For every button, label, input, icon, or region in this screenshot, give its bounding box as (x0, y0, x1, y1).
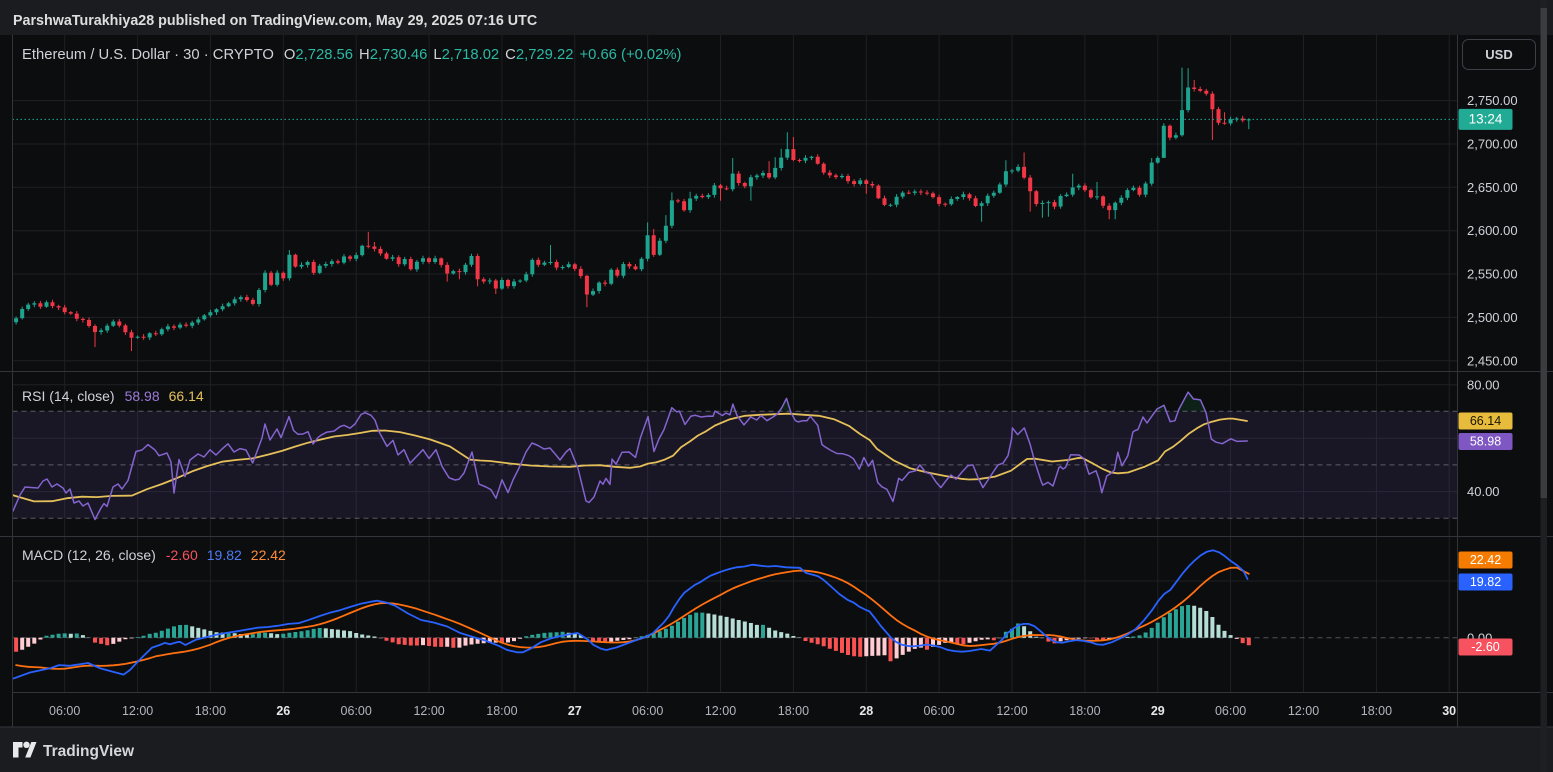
svg-text:RSI (14, close)58.9866.14: RSI (14, close)58.9866.14 (22, 388, 204, 404)
svg-text:2,700.00: 2,700.00 (1467, 137, 1518, 152)
svg-text:58.98: 58.98 (1470, 435, 1501, 449)
svg-text:22.42: 22.42 (1470, 553, 1501, 567)
svg-text:28: 28 (859, 704, 873, 718)
svg-text:2,550.00: 2,550.00 (1467, 267, 1518, 282)
svg-text:06:00: 06:00 (1215, 704, 1246, 718)
svg-text:2,450.00: 2,450.00 (1467, 353, 1518, 368)
svg-text:18:00: 18:00 (1361, 704, 1392, 718)
svg-text:29: 29 (1151, 704, 1165, 718)
svg-text:06:00: 06:00 (341, 704, 372, 718)
svg-text:18:00: 18:00 (195, 704, 226, 718)
svg-text:12:00: 12:00 (122, 704, 153, 718)
svg-text:06:00: 06:00 (49, 704, 80, 718)
svg-text:12:00: 12:00 (413, 704, 444, 718)
svg-text:12:00: 12:00 (996, 704, 1027, 718)
svg-text:30: 30 (1442, 704, 1456, 718)
svg-text:ParshwaTurakhiya28 published o: ParshwaTurakhiya28 published on TradingV… (13, 13, 537, 29)
svg-text:2,750.00: 2,750.00 (1467, 93, 1518, 108)
svg-text:2,600.00: 2,600.00 (1467, 223, 1518, 238)
svg-text:12:00: 12:00 (705, 704, 736, 718)
svg-text:18:00: 18:00 (1069, 704, 1100, 718)
svg-text:18:00: 18:00 (778, 704, 809, 718)
svg-text:06:00: 06:00 (632, 704, 663, 718)
svg-text:2,650.00: 2,650.00 (1467, 180, 1518, 195)
svg-text:80.00: 80.00 (1467, 377, 1500, 392)
svg-text:Ethereum / U.S. Dollar · 30 ·: Ethereum / U.S. Dollar · 30 · CRYPTOO2,7… (22, 47, 682, 63)
svg-text:-2.60: -2.60 (1471, 640, 1500, 654)
svg-text:66.14: 66.14 (1470, 414, 1501, 428)
svg-text:USD: USD (1485, 47, 1512, 62)
svg-text:27: 27 (568, 704, 582, 718)
svg-text:TradingView: TradingView (43, 743, 135, 760)
svg-text:18:00: 18:00 (486, 704, 517, 718)
svg-text:2,500.00: 2,500.00 (1467, 310, 1518, 325)
svg-text:26: 26 (276, 704, 290, 718)
svg-text:40.00: 40.00 (1467, 484, 1500, 499)
svg-text:12:00: 12:00 (1288, 704, 1319, 718)
svg-text:19.82: 19.82 (1470, 575, 1501, 589)
svg-text:13:24: 13:24 (1469, 112, 1503, 127)
svg-text:06:00: 06:00 (923, 704, 954, 718)
